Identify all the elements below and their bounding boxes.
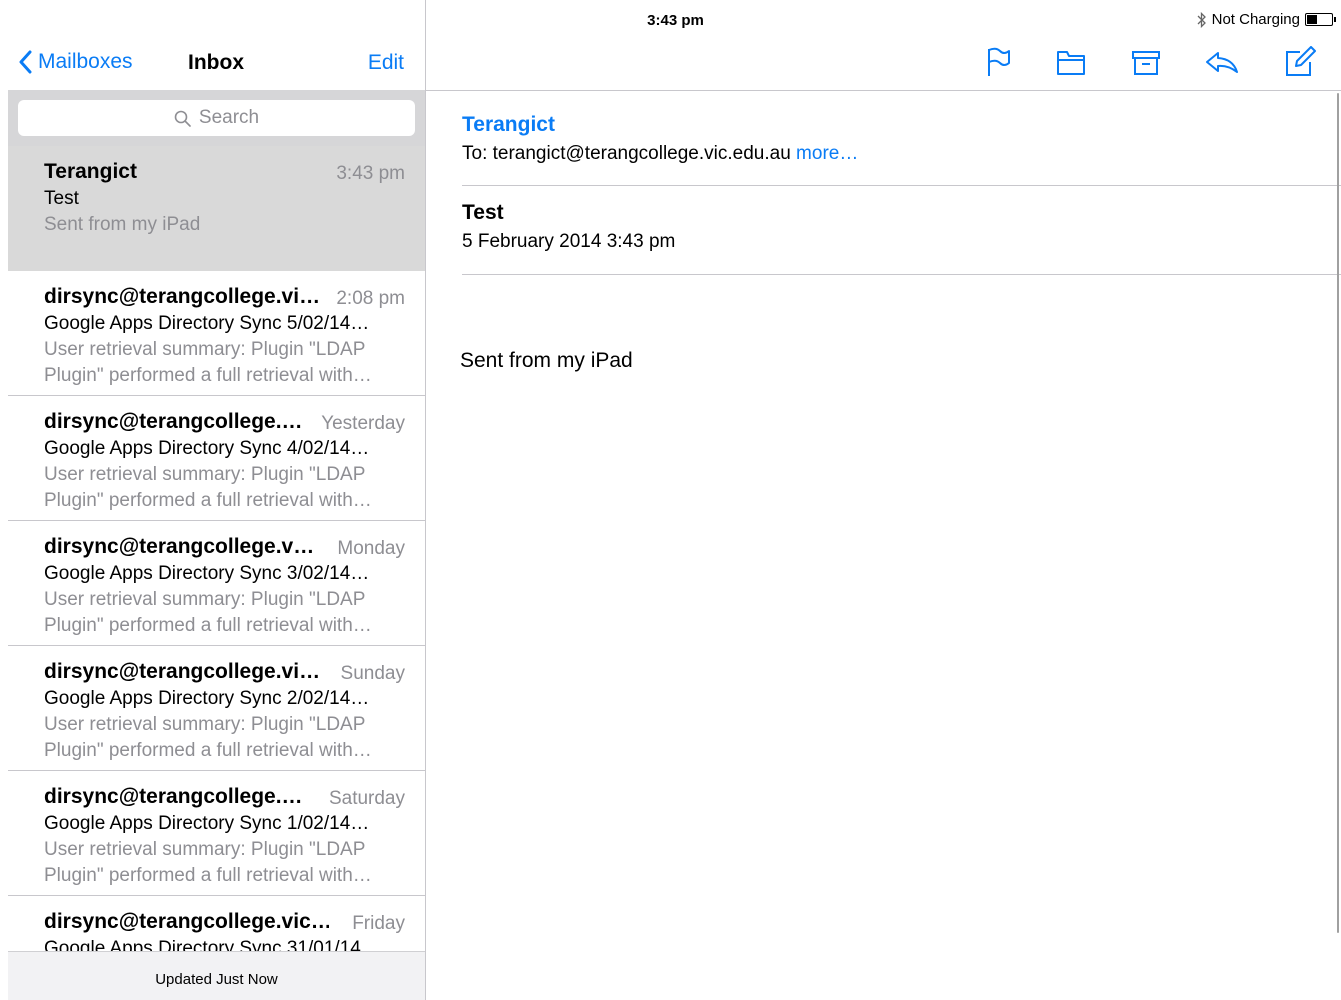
preview-line: User retrieval summary: Plugin "LDAP	[44, 464, 366, 485]
preview-line: User retrieval summary: Plugin "LDAP	[44, 589, 366, 610]
message-time: 3:43 pm	[336, 163, 405, 184]
message-subject: Google Apps Directory Sync 1/02/14…	[44, 813, 370, 834]
message-preview: User retrieval summary: Plugin "LDAP Plu…	[44, 837, 404, 889]
mailboxes-back-button[interactable]: Mailboxes	[18, 50, 133, 74]
message-subject: Google Apps Directory Sync 31/01/14…	[44, 938, 380, 951]
folder-icon[interactable]	[1056, 46, 1086, 78]
message-sender: dirsync@terangcollege.vi…	[44, 660, 321, 683]
inbox-title: Inbox	[188, 51, 244, 74]
list-item[interactable]: dirsync@terangcollege.vi… 2:08 pm Google…	[8, 271, 425, 396]
message-time: 2:08 pm	[336, 288, 405, 309]
list-item[interactable]: dirsync@terangcollege.… Saturday Google …	[8, 771, 425, 896]
message-subject: Google Apps Directory Sync 5/02/14…	[44, 313, 370, 334]
search-icon	[174, 110, 191, 127]
reply-icon[interactable]	[1204, 46, 1240, 78]
message-sender: Terangict	[44, 160, 137, 183]
message-sender: dirsync@terangcollege.v…	[44, 535, 315, 558]
message-preview: User retrieval summary: Plugin "LDAP Plu…	[44, 337, 404, 389]
status-right: Not Charging	[1197, 11, 1336, 28]
detail-sender[interactable]: Terangict	[462, 113, 555, 137]
more-link[interactable]: more…	[796, 143, 858, 164]
message-subject: Test	[44, 188, 79, 209]
flag-icon[interactable]	[986, 46, 1012, 78]
message-time: Saturday	[328, 788, 405, 809]
divider	[462, 185, 1341, 186]
message-list: Terangict 3:43 pm Test Sent from my iPad…	[8, 146, 425, 951]
preview-line: Plugin" performed a full retrieval with…	[44, 865, 372, 886]
message-subject: Google Apps Directory Sync 3/02/14…	[44, 563, 370, 584]
message-body: Sent from my iPad	[460, 349, 633, 372]
preview-line: User retrieval summary: Plugin "LDAP	[44, 839, 366, 860]
message-preview: User retrieval summary: Plugin "LDAP Plu…	[44, 462, 404, 514]
chevron-left-icon	[19, 50, 32, 74]
edit-button[interactable]: Edit	[368, 51, 404, 75]
battery-icon	[1305, 13, 1336, 26]
message-sender: dirsync@terangcollege.vic…	[44, 910, 329, 933]
list-item[interactable]: dirsync@terangcollege.vi… Sunday Google …	[8, 646, 425, 771]
preview-line: User retrieval summary: Plugin "LDAP	[44, 714, 366, 735]
message-detail: Terangict To: terangict@terangcollege.vi…	[426, 91, 1341, 1000]
message-time: Yesterday	[321, 413, 405, 434]
detail-recipients: To: terangict@terangcollege.vic.edu.au m…	[462, 143, 858, 165]
message-sender: dirsync@terangcollege.…	[44, 785, 303, 808]
list-item[interactable]: dirsync@terangcollege.v… Monday Google A…	[8, 521, 425, 646]
preview-line: Plugin" performed a full retrieval with…	[44, 740, 372, 761]
message-time: Sunday	[340, 663, 405, 684]
preview-line: Plugin" performed a full retrieval with…	[44, 365, 372, 386]
list-navigation-bar: Mailboxes Inbox Edit	[8, 40, 425, 90]
archive-icon[interactable]	[1131, 46, 1161, 78]
message-subject: Google Apps Directory Sync 2/02/14…	[44, 688, 370, 709]
message-preview: User retrieval summary: Plugin "LDAP Plu…	[44, 712, 404, 764]
detail-subject: Test	[462, 201, 504, 224]
search-bar: Search	[8, 90, 425, 146]
preview-line: Plugin" performed a full retrieval with…	[44, 490, 372, 511]
updated-status-bar: Updated Just Now	[8, 951, 425, 1000]
message-sender: dirsync@terangcollege.…	[44, 410, 303, 433]
list-item[interactable]: dirsync@terangcollege.… Yesterday Google…	[8, 396, 425, 521]
divider	[462, 274, 1341, 275]
compose-icon[interactable]	[1284, 46, 1316, 78]
list-item[interactable]: Terangict 3:43 pm Test Sent from my iPad	[8, 146, 425, 271]
preview-line: Plugin" performed a full retrieval with…	[44, 615, 372, 636]
message-subject: Google Apps Directory Sync 4/02/14…	[44, 438, 370, 459]
scrollbar[interactable]	[1337, 93, 1339, 933]
message-time: Monday	[337, 538, 405, 559]
search-input[interactable]: Search	[18, 100, 415, 136]
updated-label: Updated Just Now	[155, 971, 278, 988]
list-item[interactable]: dirsync@terangcollege.vic… Friday Google…	[8, 896, 425, 951]
message-preview: Sent from my iPad	[44, 214, 201, 235]
message-sender: dirsync@terangcollege.vi…	[44, 285, 321, 308]
message-preview: User retrieval summary: Plugin "LDAP Plu…	[44, 587, 404, 639]
charging-status: Not Charging	[1211, 11, 1300, 28]
detail-date: 5 February 2014 3:43 pm	[462, 231, 676, 252]
bluetooth-icon	[1197, 11, 1206, 28]
recipient-address: To: terangict@terangcollege.vic.edu.au	[462, 143, 791, 164]
message-toolbar	[426, 40, 1341, 91]
preview-line: User retrieval summary: Plugin "LDAP	[44, 339, 366, 360]
message-time: Friday	[352, 913, 405, 934]
search-placeholder: Search	[198, 107, 260, 128]
mailboxes-label: Mailboxes	[38, 50, 133, 73]
